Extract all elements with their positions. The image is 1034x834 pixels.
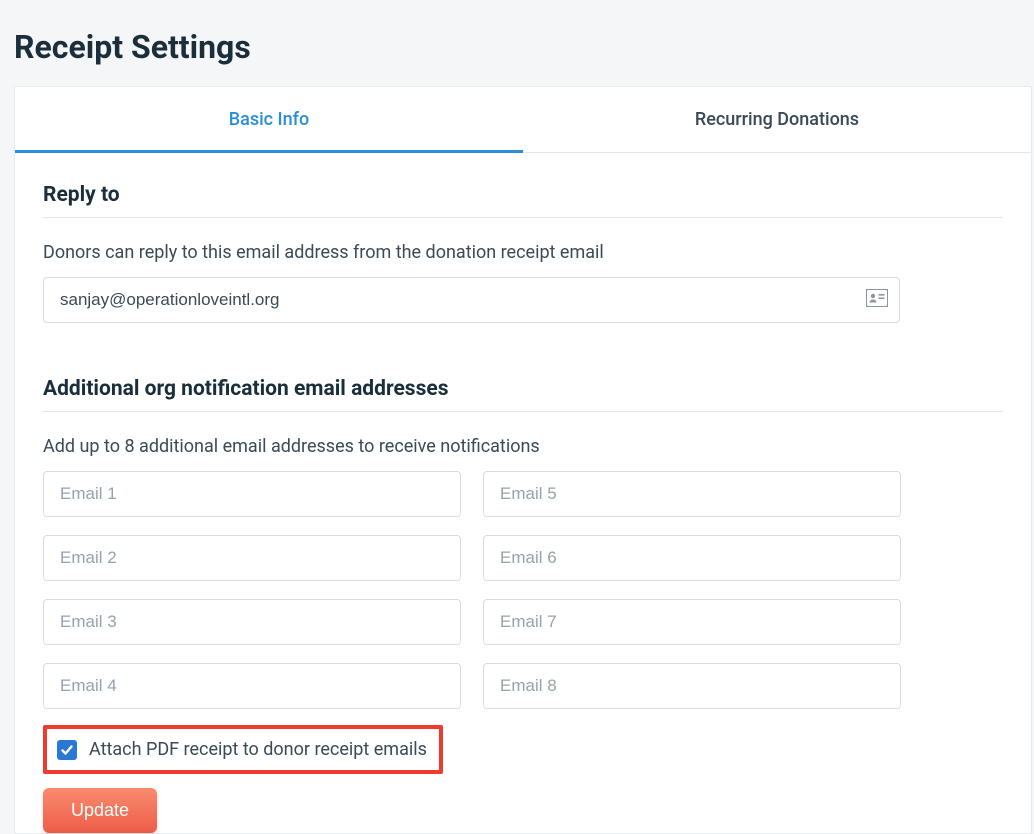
email-field-8[interactable] [483,663,901,709]
tab-basic-info[interactable]: Basic Info [15,87,523,153]
attach-pdf-highlight: Attach PDF receipt to donor receipt emai… [43,725,443,774]
email-field-6[interactable] [483,535,901,581]
reply-to-section: Reply to Donors can reply to this email … [15,153,1031,323]
reply-to-help: Donors can reply to this email address f… [43,242,1003,263]
settings-panel: Basic Info Recurring Donations Reply to … [14,86,1032,834]
additional-emails-section: Additional org notification email addres… [15,323,1031,709]
email-field-1[interactable] [43,471,461,517]
email-field-5[interactable] [483,471,901,517]
reply-to-input-wrap [43,277,900,323]
email-field-4[interactable] [43,663,461,709]
attach-pdf-label: Attach PDF receipt to donor receipt emai… [89,739,427,760]
contact-card-icon [866,289,888,311]
button-row: Update [15,774,1031,833]
update-button[interactable]: Update [43,788,157,833]
reply-to-input[interactable] [43,277,900,323]
additional-emails-help: Add up to 8 additional email addresses t… [43,436,1003,457]
email-field-7[interactable] [483,599,901,645]
tabs: Basic Info Recurring Donations [15,87,1031,153]
additional-emails-heading: Additional org notification email addres… [43,377,1003,412]
attach-pdf-checkbox[interactable] [57,740,77,760]
email-field-2[interactable] [43,535,461,581]
tab-recurring-donations[interactable]: Recurring Donations [523,87,1031,152]
page-title: Receipt Settings [0,0,1034,86]
email-grid [43,471,901,709]
reply-to-heading: Reply to [43,183,1003,218]
email-field-3[interactable] [43,599,461,645]
